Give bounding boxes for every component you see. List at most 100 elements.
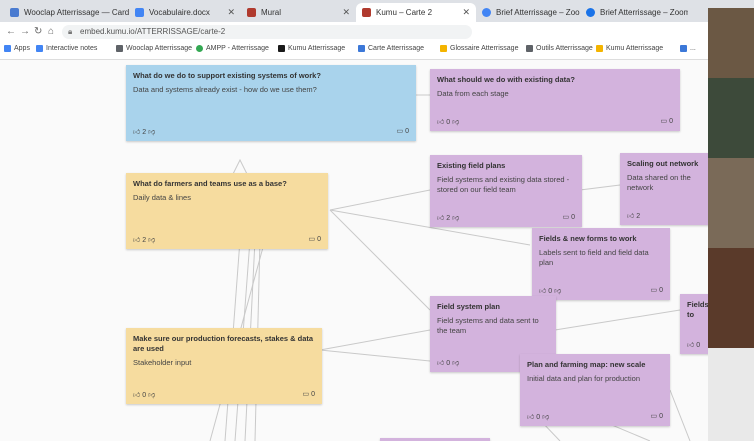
comment-icon[interactable]: ▭ 0 xyxy=(563,213,575,222)
comment-count: 0 xyxy=(571,214,575,221)
bookmark-label: AMPP - Atterrissage xyxy=(206,45,269,52)
connector-line xyxy=(329,189,431,211)
bookmark-icon xyxy=(596,45,603,52)
bookmark-label: Carte Atterrissage xyxy=(368,45,425,52)
bookmarks-bar: Apps Interactive notes Wooclap Atterriss… xyxy=(0,42,754,60)
card-body: Field systems and data sent to the team xyxy=(437,316,539,335)
vote-number: 2 xyxy=(636,213,641,220)
vote-number: 2 xyxy=(446,215,451,222)
vote-count[interactable]: 👍︎ 0 👎︎ xyxy=(539,286,561,295)
connector-line xyxy=(319,329,431,351)
bookmark-item[interactable]: Apps xyxy=(4,45,30,52)
bookmark-label: Wooclap Atterrissage xyxy=(126,45,193,52)
browser-tab[interactable]: Wooclap Atterrissage — Card ✕ xyxy=(4,3,129,22)
comment-icon[interactable]: ▭ 0 xyxy=(309,235,321,244)
map-card[interactable]: What should we do with existing data? Da… xyxy=(430,69,680,131)
bookmark-item[interactable]: AMPP - Atterrissage xyxy=(196,45,269,52)
tab-label: Mural xyxy=(261,8,282,17)
vote-count[interactable]: 👍︎ 2 👎︎ xyxy=(133,127,155,136)
browser-tab[interactable]: Brief Atterrissage – Zoom ✕ xyxy=(476,3,580,22)
vote-count[interactable]: 👍︎ 2 👎︎ xyxy=(437,213,459,222)
vote-number: 0 xyxy=(536,414,541,421)
card-title: Make sure our production forecasts, stak… xyxy=(133,334,314,353)
tab-favicon-icon xyxy=(482,8,491,17)
bookmark-item[interactable]: Carte Atterrissage xyxy=(358,45,424,52)
bookmark-item[interactable]: Glossaire Atterrissage xyxy=(440,45,518,52)
tab-label: Vocabulaire.docx xyxy=(149,8,210,17)
comment-icon[interactable]: ▭ 0 xyxy=(651,286,663,295)
bookmark-label: Interactive notes xyxy=(46,45,98,52)
map-card[interactable]: Make sure our production forecasts, stak… xyxy=(126,328,322,404)
browser-tab[interactable]: Brief Atterrissage – Zoom ✕ xyxy=(580,3,688,22)
card-footer: 👍︎ 0 👎︎ ▭ 0 xyxy=(133,390,315,399)
vote-count[interactable]: 👍︎ 0 👎︎ xyxy=(437,117,459,126)
bookmark-item[interactable]: Interactive notes xyxy=(36,45,97,52)
vote-count[interactable]: 👍︎ 0 👎︎ xyxy=(437,358,459,367)
bookmark-item[interactable]: Kumu Atterrissage xyxy=(278,45,345,52)
comment-icon[interactable]: ▭ 0 xyxy=(397,127,409,136)
apps-icon xyxy=(4,45,11,52)
card-body: Labels sent to field and field data plan xyxy=(539,248,649,267)
bookmark-item[interactable]: ... xyxy=(680,45,696,52)
vote-number: 0 xyxy=(446,360,451,367)
bookmark-item[interactable]: Wooclap Atterrissage xyxy=(116,45,192,52)
home-icon[interactable]: ⌂ xyxy=(48,26,54,37)
map-card[interactable]: What do we do to support existing system… xyxy=(126,65,416,141)
lock-icon: 🔒︎ xyxy=(68,27,73,36)
comment-icon[interactable]: ▭ 0 xyxy=(661,117,673,126)
bookmark-item[interactable]: Outils Atterrissage xyxy=(526,45,593,52)
url-text: embed.kumu.io/ATTERRISSAGE/carte-2 xyxy=(80,27,226,36)
back-icon[interactable]: ← xyxy=(6,26,16,37)
card-title: Scaling out network xyxy=(627,159,699,168)
vote-number: 2 xyxy=(142,129,147,136)
bookmark-icon xyxy=(196,45,203,52)
tab-favicon-icon xyxy=(10,8,19,17)
comment-icon[interactable]: ▭ 0 xyxy=(303,390,315,399)
card-body: Field systems and existing data stored -… xyxy=(437,175,570,194)
video-tile xyxy=(708,78,754,158)
video-tile xyxy=(708,248,754,348)
browser-tab[interactable]: Vocabulaire.docx ✕ xyxy=(129,3,241,22)
vote-count[interactable]: 👍︎ 0 xyxy=(687,340,700,349)
card-footer: 👍︎ 2 👎︎ ▭ 0 xyxy=(133,127,409,136)
bookmark-label: ... xyxy=(690,45,696,52)
card-title: Plan and farming map: new scale xyxy=(527,360,646,369)
reload-icon[interactable]: ↻ xyxy=(34,26,42,37)
video-call-overlay[interactable] xyxy=(708,8,754,441)
vote-count[interactable]: 👍︎ 0 👎︎ xyxy=(133,390,155,399)
card-title: What do we do to support existing system… xyxy=(133,71,321,80)
vote-number: 0 xyxy=(548,288,553,295)
video-tile xyxy=(708,158,754,248)
bookmark-item[interactable]: Kumu Atterrissage xyxy=(596,45,663,52)
map-card[interactable]: Fields & new forms to work Labels sent t… xyxy=(532,228,670,300)
vote-count[interactable]: 👍︎ 2 👎︎ xyxy=(133,235,155,244)
tab-close-icon[interactable]: ✕ xyxy=(338,7,350,18)
tab-favicon-icon xyxy=(135,8,144,17)
address-bar: ← → ↻ ⌂ 🔒︎ embed.kumu.io/ATTERRISSAGE/ca… xyxy=(0,22,754,42)
vote-number: 0 xyxy=(142,392,147,399)
map-card[interactable]: Scaling out network Data shared on the n… xyxy=(620,153,710,225)
bookmark-label: Glossaire Atterrissage xyxy=(450,45,519,52)
card-body: Data from each stage xyxy=(437,89,509,98)
card-title: Field system plan xyxy=(437,302,500,311)
vote-count[interactable]: 👍︎ 2 xyxy=(627,211,640,220)
map-card[interactable]: Plan and farming map: new scale Initial … xyxy=(520,354,670,426)
card-footer: 👍︎ 0 👎︎ ▭ 0 xyxy=(539,286,663,295)
url-input[interactable]: 🔒︎ embed.kumu.io/ATTERRISSAGE/carte-2 xyxy=(62,25,472,39)
browser-tab-active[interactable]: Kumu – Carte 2 ✕ xyxy=(356,3,476,22)
vote-count[interactable]: 👍︎ 0 👎︎ xyxy=(527,412,549,421)
browser-tab[interactable]: Mural ✕ xyxy=(241,3,356,22)
map-canvas[interactable]: What do we do to support existing system… xyxy=(0,60,754,441)
tab-label: Brief Atterrissage – Zoom xyxy=(496,8,580,17)
vote-number: 2 xyxy=(142,237,147,244)
tab-label: Kumu – Carte 2 xyxy=(376,8,433,17)
map-card[interactable]: What do farmers and teams use as a base?… xyxy=(126,173,328,249)
map-card[interactable]: Existing field plans Field systems and e… xyxy=(430,155,582,227)
tab-close-icon[interactable]: ✕ xyxy=(223,7,235,18)
tab-label: Brief Atterrissage – Zoom xyxy=(600,8,688,17)
comment-icon[interactable]: ▭ 0 xyxy=(651,412,663,421)
tab-close-icon[interactable]: ✕ xyxy=(458,7,470,18)
card-footer: 👍︎ 0 👎︎ ▭ 0 xyxy=(527,412,663,421)
forward-icon[interactable]: → xyxy=(20,26,30,37)
card-body: Initial data and plan for production xyxy=(527,374,640,383)
